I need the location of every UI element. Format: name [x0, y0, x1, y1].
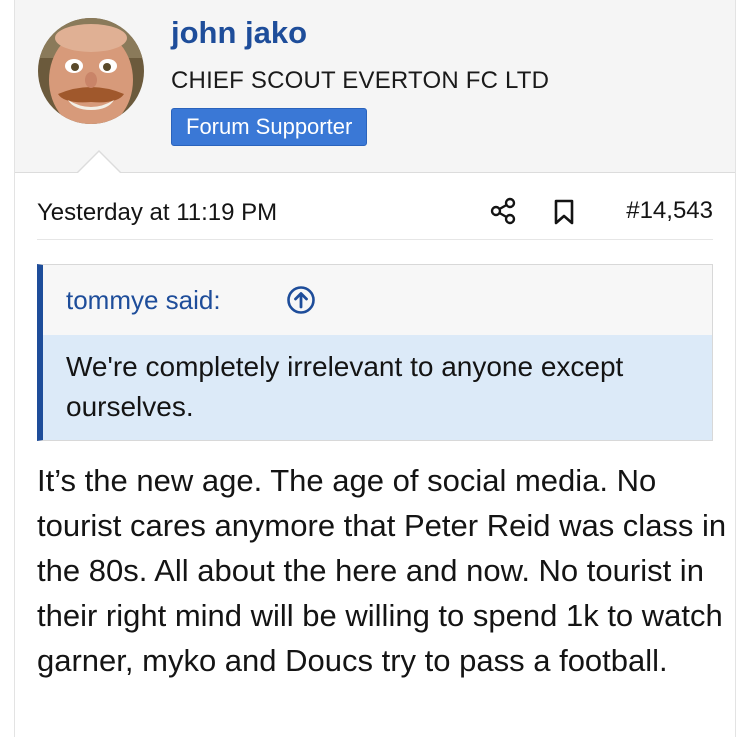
page-frame-left: [0, 0, 15, 737]
quote-body: We're completely irrelevant to anyone ex…: [43, 335, 712, 440]
user-header: john jako CHIEF SCOUT EVERTON FC LTD For…: [15, 0, 735, 173]
post-body-text: It’s the new age. The age of social medi…: [37, 463, 727, 678]
post-number-link[interactable]: #14,543: [626, 197, 713, 225]
quote-author-link[interactable]: tommye said:: [66, 285, 221, 316]
post-date-link[interactable]: Yesterday at 11:19 PM: [37, 199, 277, 227]
quote-text: We're completely irrelevant to anyone ex…: [66, 351, 624, 422]
share-icon[interactable]: [489, 197, 517, 225]
bookmark-icon[interactable]: [553, 198, 575, 226]
post-meta-bar: Yesterday at 11:19 PM #14,543: [37, 193, 713, 240]
quote-header: tommye said:: [43, 265, 712, 335]
avatar[interactable]: [38, 18, 144, 124]
user-title: CHIEF SCOUT EVERTON FC LTD: [171, 67, 550, 94]
avatar-image: [38, 18, 144, 124]
arrow-up-circle-icon[interactable]: [286, 285, 316, 315]
page-frame-right: [735, 0, 750, 737]
user-banner: Forum Supporter: [171, 108, 368, 146]
username-link[interactable]: john jako: [171, 15, 307, 51]
quote-block: tommye said: We're completely irrelevant…: [37, 264, 713, 441]
